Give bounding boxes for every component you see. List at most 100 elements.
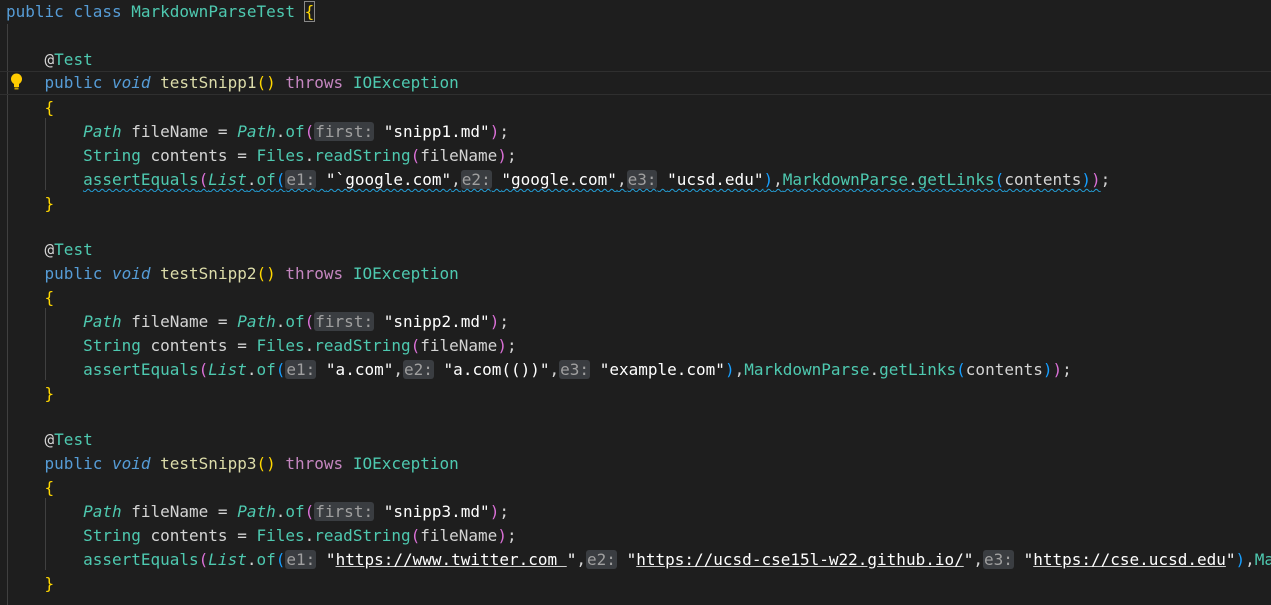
class-path: Path <box>237 502 276 521</box>
code-line-assert[interactable]: assertEquals(List.of(e1: "https://www.tw… <box>0 548 1271 572</box>
function-of: of <box>256 360 276 379</box>
string-quote: " <box>325 550 336 569</box>
code-line-close-brace[interactable]: } <box>0 382 1271 406</box>
code-line-annotation[interactable]: @Test <box>0 428 1271 452</box>
string-literal-filename: "snipp2.md" <box>383 312 490 331</box>
code-line-contents-declaration[interactable]: String contents = Files.readString(fileN… <box>0 144 1271 168</box>
param-hint-e1: e1: <box>285 550 317 569</box>
code-line-path-declaration[interactable]: Path fileName = Path.of(first: "snipp3.m… <box>0 500 1271 524</box>
param-hint-e1: e1: <box>285 170 317 189</box>
class-path: Path <box>237 312 276 331</box>
code-line-annotation[interactable]: @Test <box>0 238 1271 262</box>
param-hint-first: first: <box>314 502 375 521</box>
string-literal-e2: "google.com" <box>501 170 617 189</box>
exception-type: IOException <box>352 454 459 473</box>
code-line-method-signature[interactable]: public void testSnipp3() throws IOExcept… <box>0 452 1271 476</box>
param-hint-e2: e2: <box>460 170 492 189</box>
link-cse-ucsd[interactable]: https://cse.ucsd.edu <box>1033 550 1226 569</box>
code-editor[interactable]: public class MarkdownParseTest { @Test p… <box>0 0 1271 605</box>
function-readstring: readString <box>314 336 411 355</box>
assert-statement-with-warning[interactable]: assertEquals(List.of(e1: "`google.com",e… <box>83 170 1101 189</box>
class-files: Files <box>256 526 305 545</box>
param-hint-e2: e2: <box>403 360 434 379</box>
type-string: String <box>83 336 141 355</box>
param-hint-first: first: <box>314 312 375 331</box>
code-line-close-brace[interactable]: } <box>0 572 1271 596</box>
method-parens: () <box>256 454 276 473</box>
variable-filename: fileName <box>131 312 209 331</box>
type-string: String <box>83 146 141 165</box>
param-hint-e2: e2: <box>586 550 617 569</box>
code-line-method-signature[interactable]: public void testSnipp2() throws IOExcept… <box>0 262 1271 286</box>
keyword-public: public <box>44 73 103 92</box>
annotation-name: Test <box>54 430 93 449</box>
class-files: Files <box>256 336 305 355</box>
method-name: testSnipp2 <box>160 264 257 283</box>
keyword-throws: throws <box>285 264 344 283</box>
function-of: of <box>256 550 276 569</box>
variable-filename: fileName <box>131 122 209 141</box>
code-line-open-brace[interactable]: { <box>0 476 1271 500</box>
method-close-brace: } <box>44 194 55 213</box>
param-hint-e3: e3: <box>626 170 658 189</box>
code-line-class-declaration[interactable]: public class MarkdownParseTest { <box>0 0 1271 24</box>
lightbulb-icon[interactable] <box>10 73 23 91</box>
function-getlinks: getLinks <box>917 170 995 189</box>
keyword-void: void <box>111 73 151 92</box>
method-parens: () <box>256 264 276 283</box>
string-quote: " <box>626 550 637 569</box>
annotation-at: @ <box>44 240 55 259</box>
function-of: of <box>285 502 305 521</box>
class-path: Path <box>237 122 276 141</box>
keyword-throws: throws <box>285 73 344 92</box>
annotation-name: Test <box>54 240 93 259</box>
param-hint-e3: e3: <box>559 360 591 379</box>
link-twitter[interactable]: https://www.twitter.com <box>336 550 567 569</box>
class-list: List <box>208 170 247 189</box>
type-string: String <box>83 526 141 545</box>
code-line-open-brace[interactable]: { <box>0 96 1271 120</box>
annotation-at: @ <box>44 430 55 449</box>
variable-contents: contents <box>150 526 228 545</box>
argument-filename: fileName <box>420 146 498 165</box>
string-quote: " <box>566 550 577 569</box>
type-path: Path <box>83 502 122 521</box>
class-name: MarkdownParseTest <box>131 2 296 21</box>
code-line-contents-declaration[interactable]: String contents = Files.readString(fileN… <box>0 334 1271 358</box>
class-markdownparse: MarkdownParse <box>744 360 870 379</box>
code-line-assert[interactable]: assertEquals(List.of(e1: "`google.com",e… <box>0 168 1271 192</box>
param-hint-e3: e3: <box>983 550 1014 569</box>
code-line-annotation[interactable]: @Test <box>0 48 1271 72</box>
string-literal-filename: "snipp3.md" <box>383 502 490 521</box>
function-getlinks: getLinks <box>879 360 957 379</box>
type-path: Path <box>83 122 122 141</box>
keyword-public: public <box>6 2 64 21</box>
code-line-assert[interactable]: assertEquals(List.of(e1: "a.com",e2: "a.… <box>0 358 1271 382</box>
code-line-contents-declaration[interactable]: String contents = Files.readString(fileN… <box>0 524 1271 548</box>
method-name: testSnipp1 <box>160 73 257 92</box>
exception-type: IOException <box>352 264 459 283</box>
type-path: Path <box>83 312 122 331</box>
code-line-path-declaration[interactable]: Path fileName = Path.of(first: "snipp2.m… <box>0 310 1271 334</box>
string-literal-e1: "a.com" <box>325 360 394 379</box>
method-close-brace: } <box>44 574 55 593</box>
string-literal-filename: "snipp1.md" <box>383 122 490 141</box>
class-list: List <box>208 360 247 379</box>
string-quote: " <box>963 550 974 569</box>
string-literal-e3: "ucsd.edu" <box>667 170 764 189</box>
annotation-at: @ <box>44 50 55 69</box>
code-line-close-brace[interactable]: } <box>0 192 1271 216</box>
argument-contents: contents <box>1004 170 1082 189</box>
code-line-path-declaration[interactable]: Path fileName = Path.of(first: "snipp1.m… <box>0 120 1271 144</box>
argument-contents: contents <box>965 360 1043 379</box>
link-github-io[interactable]: https://ucsd-cse15l-w22.github.io/ <box>636 550 964 569</box>
keyword-public: public <box>44 454 103 473</box>
function-of: of <box>285 122 305 141</box>
string-quote: " <box>1023 550 1034 569</box>
keyword-void: void <box>111 264 151 283</box>
class-markdownparse-truncated: Mark <box>1254 550 1271 569</box>
class-files: Files <box>256 146 305 165</box>
code-line-method-signature[interactable]: public void testSnipp1() throws IOExcept… <box>0 71 1271 95</box>
code-line-open-brace[interactable]: { <box>0 286 1271 310</box>
function-of: of <box>256 170 276 189</box>
